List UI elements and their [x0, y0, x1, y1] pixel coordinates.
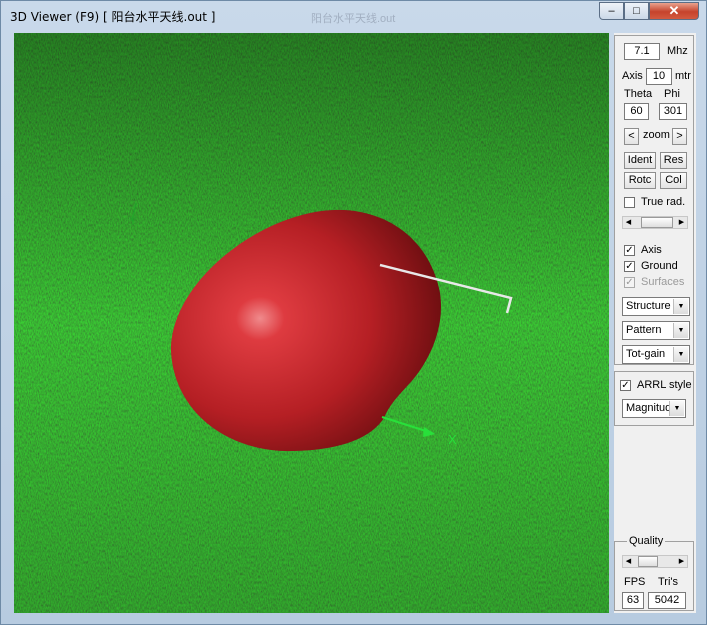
slider-thumb[interactable]: [638, 556, 658, 567]
tris-value: 5042: [648, 592, 686, 609]
dropdown-arrow-icon[interactable]: ▼: [673, 347, 688, 362]
axis-length-input[interactable]: 10: [646, 68, 672, 85]
close-icon: ✕: [668, 3, 680, 18]
theta-label: Theta: [624, 88, 653, 100]
true-rad-checkbox[interactable]: [624, 197, 635, 208]
fps-value: 63: [622, 592, 644, 609]
phi-label: Phi: [664, 88, 680, 100]
ident-button[interactable]: Ident: [624, 152, 656, 169]
axis-unit: mtr: [675, 70, 691, 82]
axis-checkbox[interactable]: ✓: [624, 245, 635, 256]
surfaces-checkbox: ✓: [624, 277, 635, 288]
x-axis-label: X: [448, 432, 457, 447]
magnitude-select[interactable]: Magnitude ▼: [622, 399, 686, 418]
tris-label: Tri's: [658, 576, 679, 588]
slider-right-arrow-icon[interactable]: ▶: [676, 217, 687, 228]
phi-input[interactable]: 301: [659, 103, 687, 120]
slider-right-arrow-icon[interactable]: ▶: [676, 556, 687, 567]
gain-select-value: Tot-gain: [626, 348, 666, 360]
3d-viewport[interactable]: Y X: [14, 33, 609, 613]
surfaces-check-label: Surfaces: [641, 276, 685, 288]
magnitude-select-value: Magnitude: [626, 402, 670, 414]
frequency-input[interactable]: 7.1: [624, 43, 660, 60]
frequency-unit: Mhz: [667, 45, 688, 57]
quality-label: Quality: [627, 535, 666, 547]
y-axis-label: Y: [129, 214, 137, 228]
title-bar[interactable]: 3D Viewer (F9) [ 阳台水平天线.out ] 阳台水平天线.out…: [1, 1, 706, 31]
view-settings-group: 7.1 Mhz Axis 10 mtr Theta Phi 60 301 < z…: [614, 35, 694, 365]
ground-checkbox[interactable]: ✓: [624, 261, 635, 272]
arrl-style-checkbox[interactable]: ✓: [620, 380, 631, 391]
dropdown-arrow-icon[interactable]: ▼: [669, 401, 684, 416]
window-title: 3D Viewer (F9) [ 阳台水平天线.out ]: [10, 10, 216, 24]
viewer-window: 3D Viewer (F9) [ 阳台水平天线.out ] 阳台水平天线.out…: [0, 0, 707, 625]
pattern-select[interactable]: Pattern ▼: [622, 321, 690, 340]
axis-check-label: Axis: [641, 244, 662, 256]
dropdown-arrow-icon[interactable]: ▼: [673, 299, 688, 314]
zoom-out-button[interactable]: <: [624, 128, 639, 145]
structure-select-value: Structure: [626, 300, 671, 312]
axis-label: Axis: [622, 70, 643, 82]
control-panel: 7.1 Mhz Axis 10 mtr Theta Phi 60 301 < z…: [614, 33, 696, 613]
minimize-icon: –: [608, 5, 615, 17]
structure-select[interactable]: Structure ▼: [622, 297, 690, 316]
quality-group: Quality ◀ ▶ FPS Tri's 63 5042: [614, 535, 694, 611]
ground-check-label: Ground: [641, 260, 678, 272]
res-button[interactable]: Res: [660, 152, 687, 169]
rotc-button[interactable]: Rotc: [624, 172, 656, 189]
slider-thumb[interactable]: [641, 217, 673, 228]
dropdown-arrow-icon[interactable]: ▼: [673, 323, 688, 338]
slider-left-arrow-icon[interactable]: ◀: [623, 556, 634, 567]
zoom-in-button[interactable]: >: [672, 128, 687, 145]
col-button[interactable]: Col: [660, 172, 687, 189]
true-rad-label: True rad.: [641, 196, 686, 208]
quality-slider[interactable]: ◀ ▶: [622, 555, 688, 568]
minimize-button[interactable]: –: [599, 2, 624, 20]
radius-slider[interactable]: ◀ ▶: [622, 216, 688, 229]
close-button[interactable]: ✕: [649, 2, 699, 20]
arrl-group: ✓ ARRL style Magnitude ▼: [614, 371, 694, 426]
3d-scene: Y X: [14, 33, 609, 613]
maximize-icon: □: [633, 5, 640, 17]
zoom-label: zoom: [643, 129, 670, 141]
maximize-button[interactable]: □: [624, 2, 649, 20]
slider-left-arrow-icon[interactable]: ◀: [623, 217, 634, 228]
background-window-title: 阳台水平天线.out: [311, 13, 396, 25]
gain-select[interactable]: Tot-gain ▼: [622, 345, 690, 364]
arrl-style-label: ARRL style: [637, 379, 692, 391]
pattern-select-value: Pattern: [626, 324, 662, 336]
theta-input[interactable]: 60: [624, 103, 649, 120]
fps-label: FPS: [624, 576, 646, 588]
